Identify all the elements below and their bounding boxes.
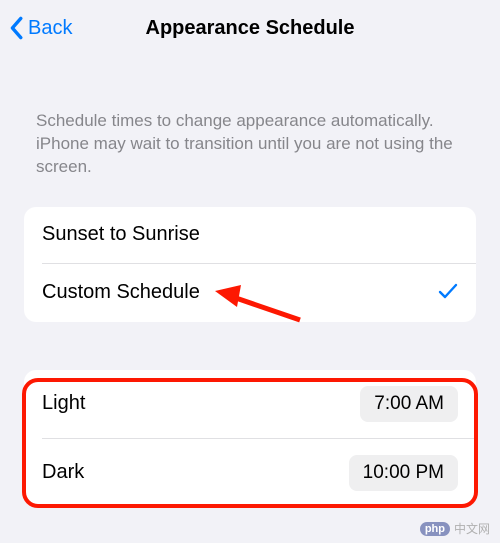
description-text: Schedule times to change appearance auto…	[0, 56, 500, 191]
option-custom-schedule[interactable]: Custom Schedule	[24, 264, 476, 322]
watermark: php 中文网	[420, 520, 490, 537]
watermark-text: 中文网	[454, 520, 490, 537]
page-title: Appearance Schedule	[146, 17, 355, 40]
watermark-badge: php	[420, 522, 450, 536]
time-settings-group: Light 7:00 AM Dark 10:00 PM	[24, 370, 476, 507]
dark-time-value[interactable]: 10:00 PM	[349, 455, 458, 491]
back-label: Back	[28, 17, 72, 40]
light-time-row[interactable]: Light 7:00 AM	[24, 370, 476, 438]
checkmark-icon	[438, 280, 458, 306]
chevron-left-icon	[8, 16, 24, 40]
option-label: Sunset to Sunrise	[42, 223, 200, 246]
option-label: Custom Schedule	[42, 281, 200, 304]
navigation-bar: Back Appearance Schedule	[0, 0, 500, 56]
back-button[interactable]: Back	[8, 16, 72, 40]
dark-time-row[interactable]: Dark 10:00 PM	[24, 439, 476, 507]
schedule-type-group: Sunset to Sunrise Custom Schedule	[24, 207, 476, 322]
light-time-value[interactable]: 7:00 AM	[360, 386, 458, 422]
dark-label: Dark	[42, 461, 84, 484]
light-label: Light	[42, 392, 85, 415]
option-sunset-to-sunrise[interactable]: Sunset to Sunrise	[24, 207, 476, 263]
